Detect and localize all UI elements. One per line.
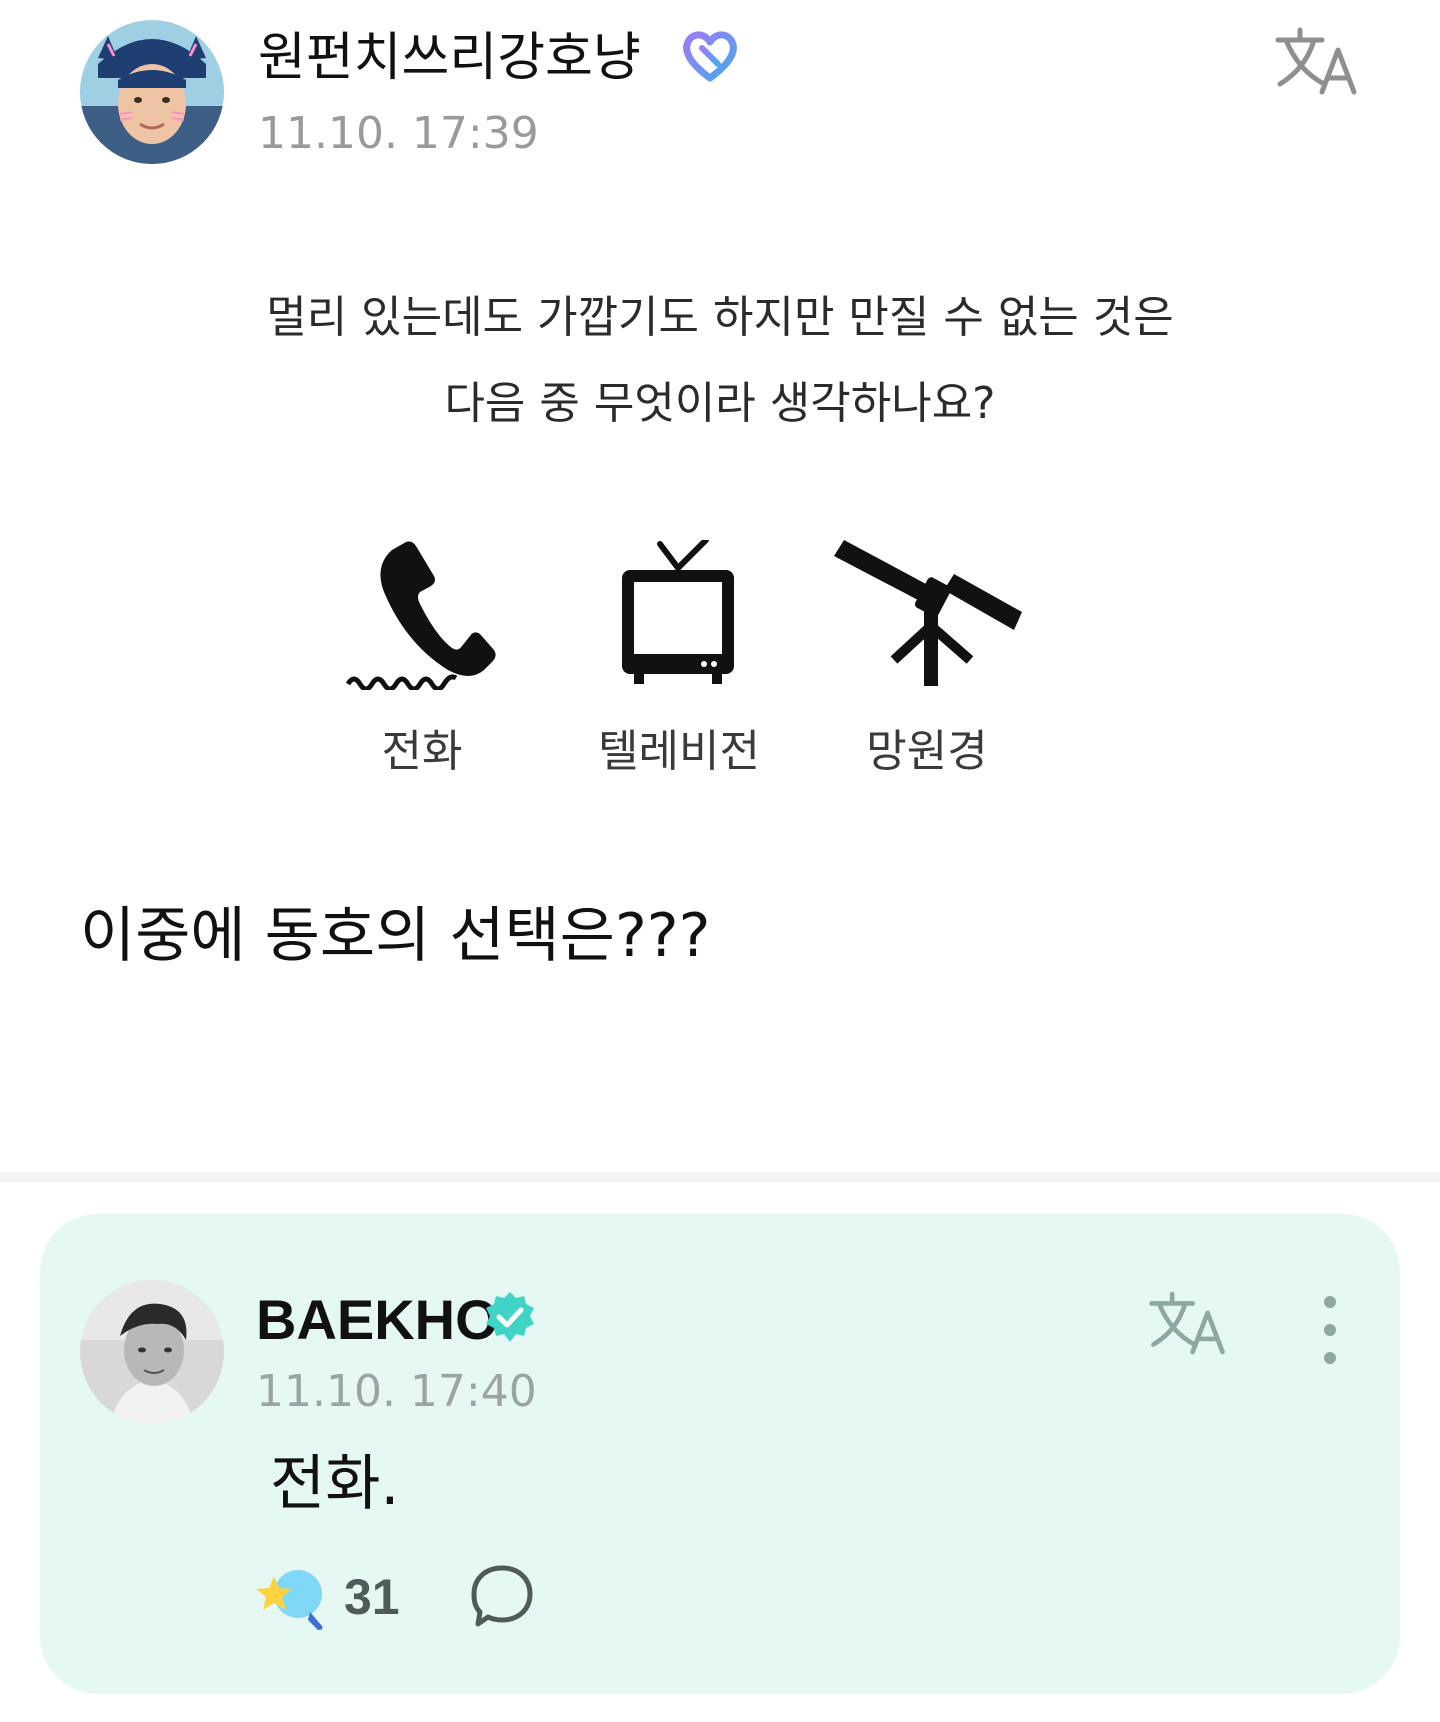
- option-label-television: 텔레비전: [598, 726, 760, 777]
- reply-author-avatar[interactable]: [80, 1280, 224, 1424]
- post-author-name[interactable]: 원펀치쓰리강호냥: [258, 22, 641, 94]
- comment-icon[interactable]: [468, 1562, 536, 1628]
- translate-icon[interactable]: [1146, 1290, 1230, 1358]
- post-timestamp: 11.10. 17:39: [258, 108, 539, 159]
- telescope-icon: [834, 540, 1022, 688]
- like-icon[interactable]: [256, 1562, 328, 1632]
- artist-reply-card: [40, 1214, 1400, 1694]
- reply-author-name[interactable]: BAEKHO: [256, 1286, 499, 1354]
- television-icon: [620, 537, 736, 686]
- post-author-avatar[interactable]: [80, 20, 224, 164]
- more-vertical-icon[interactable]: [1310, 1290, 1350, 1370]
- section-divider: [0, 1172, 1440, 1182]
- telephone-icon: [344, 540, 496, 692]
- translate-icon[interactable]: [1272, 26, 1362, 98]
- reply-body-text: 전화.: [270, 1449, 400, 1519]
- quiz-question-line-2: 다음 중 무엇이라 생각하나요?: [444, 378, 996, 429]
- reply-timestamp: 11.10. 17:40: [256, 1366, 537, 1417]
- option-label-telescope: 망원경: [866, 726, 988, 777]
- post-body-text: 이중에 동호의 선택은???: [80, 901, 711, 971]
- option-label-telephone: 전화: [381, 726, 463, 777]
- fan-heart-badge-icon: [680, 28, 740, 84]
- quiz-question-line-1: 멀리 있는데도 가깝기도 하지만 만질 수 없는 것은: [266, 292, 1174, 343]
- verified-badge-icon: [482, 1290, 538, 1346]
- like-count: 31: [344, 1569, 400, 1625]
